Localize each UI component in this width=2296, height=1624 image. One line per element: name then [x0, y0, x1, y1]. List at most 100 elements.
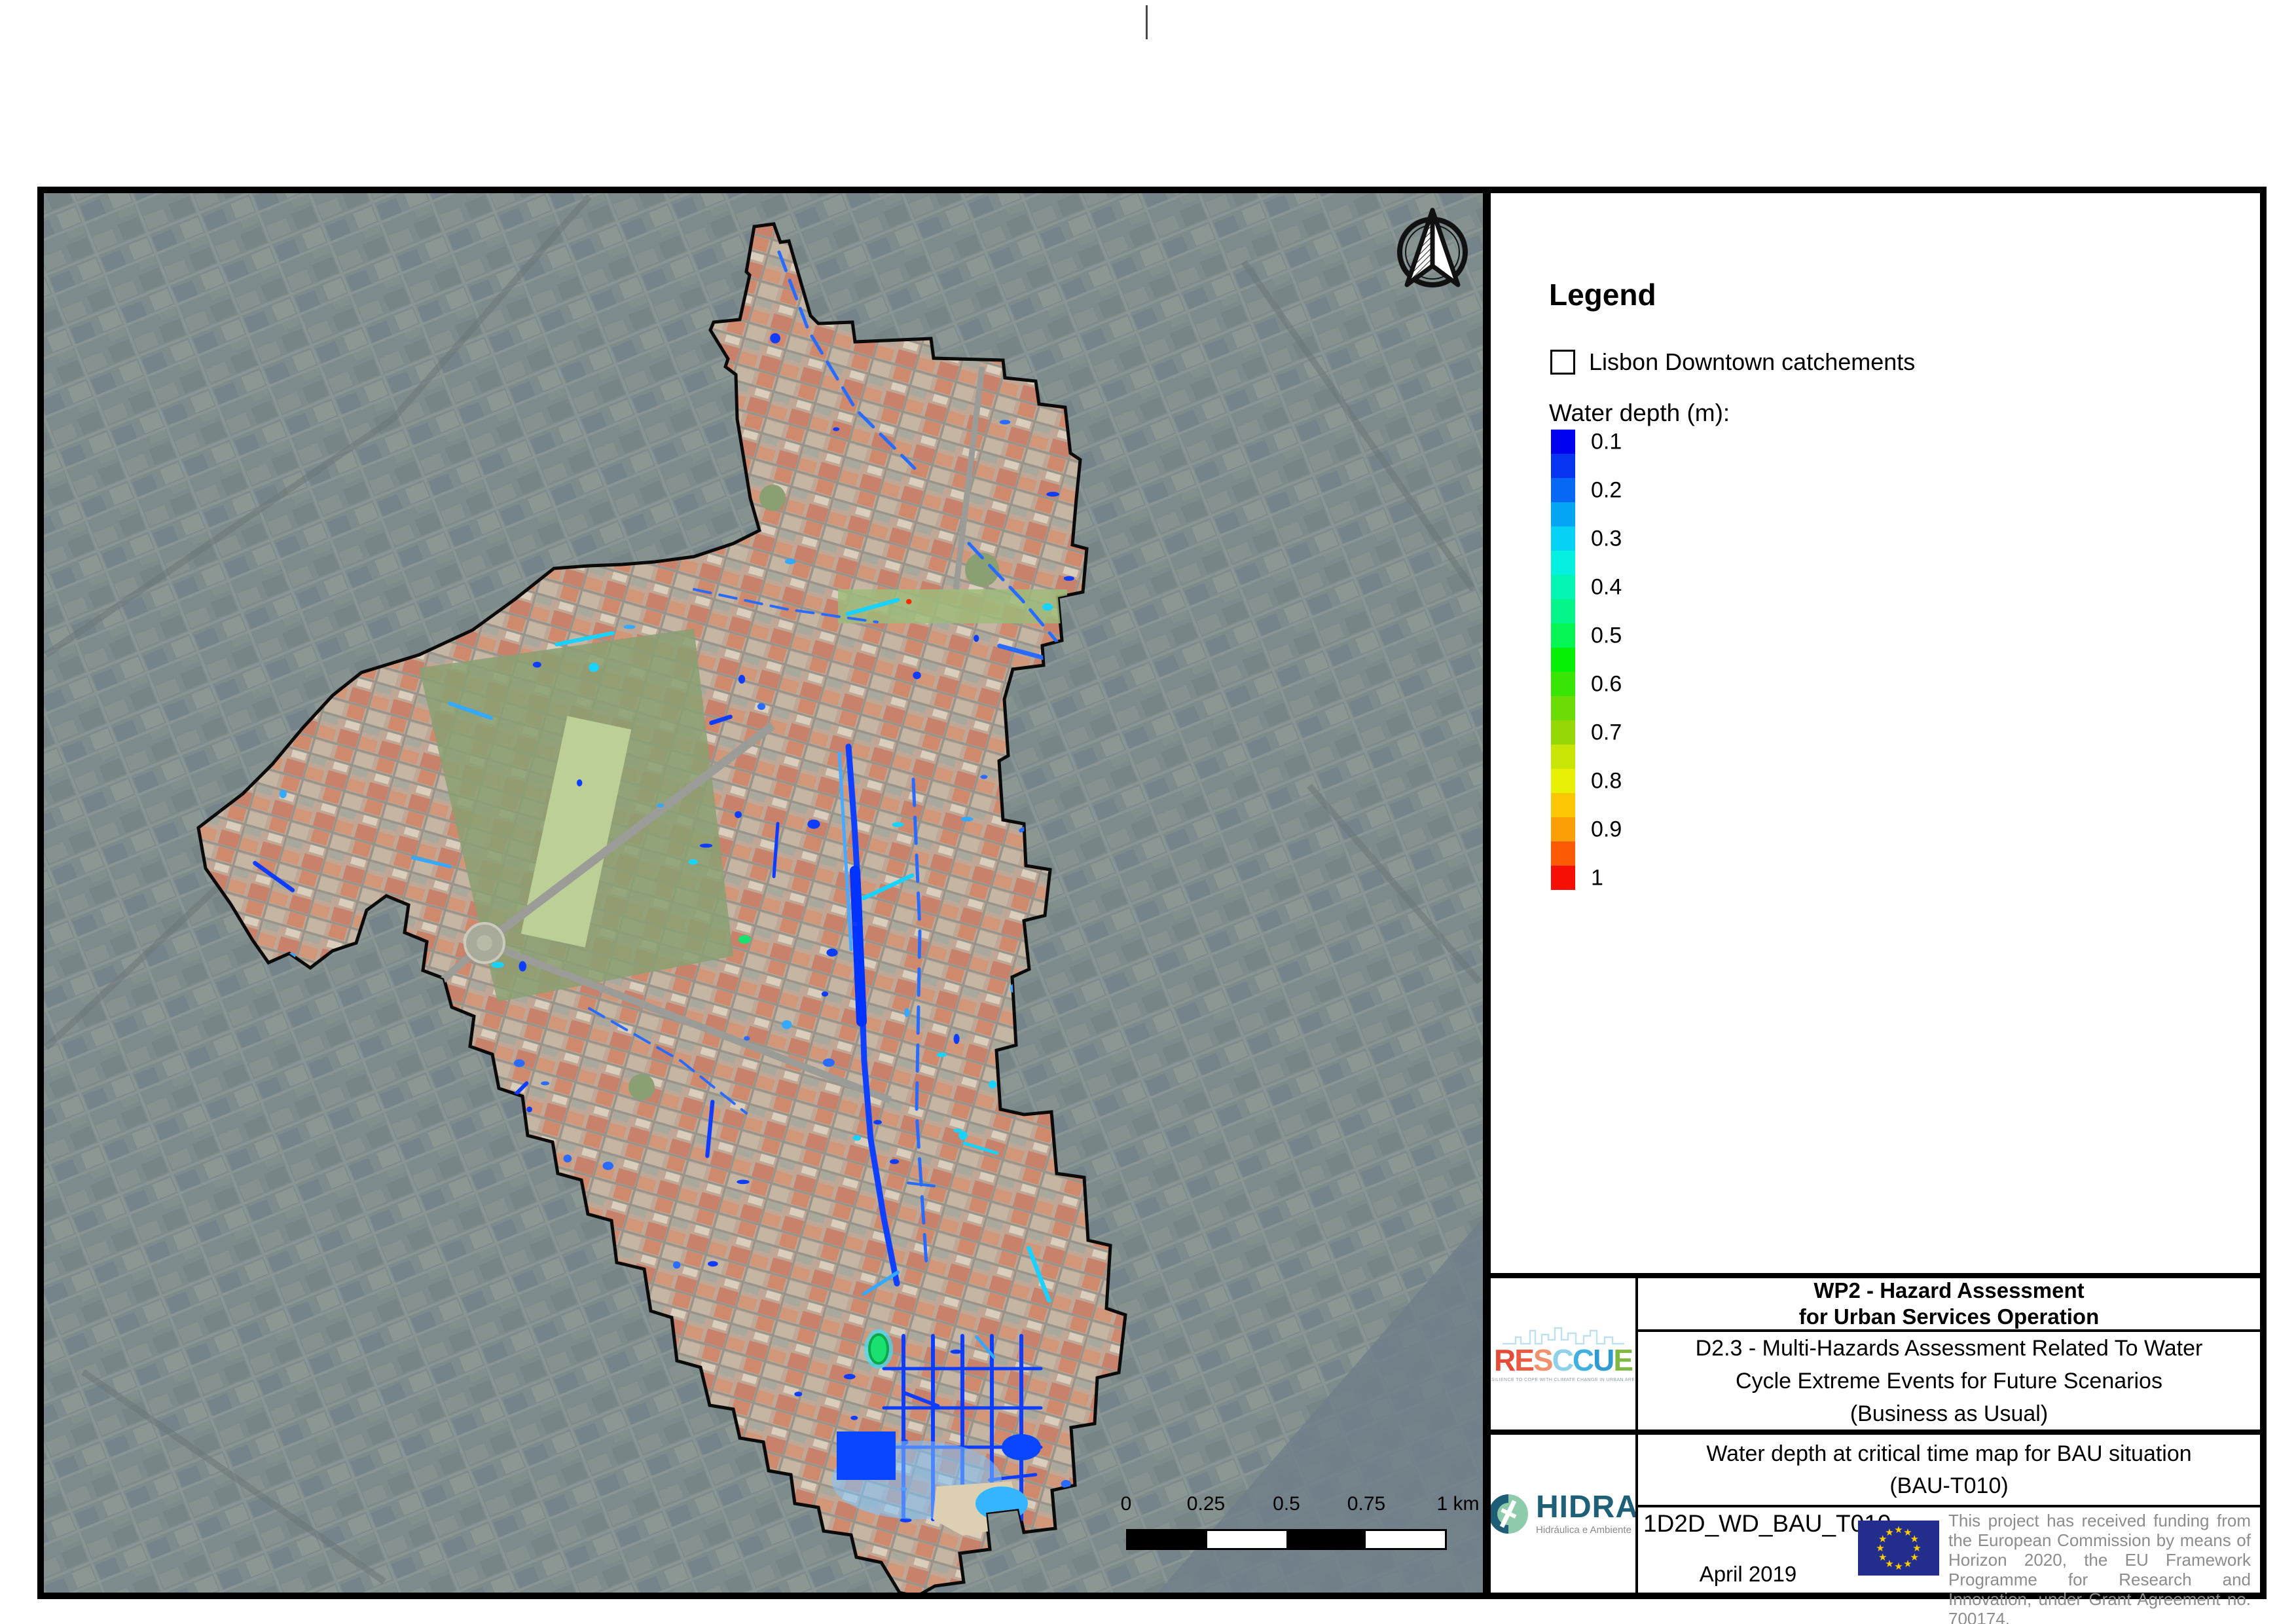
file-code: 1D2D_WD_BAU_T010 [1643, 1510, 1891, 1537]
north-arrow-icon [1397, 208, 1468, 287]
ramp-block [1551, 696, 1575, 720]
flood-spot [913, 671, 921, 680]
resccue-letter: C [1552, 1343, 1574, 1377]
resccue-letter: E [1613, 1343, 1633, 1377]
ramp-block [1551, 526, 1575, 551]
flood-spot [873, 1120, 882, 1125]
flood-spot [513, 1059, 525, 1067]
flood-spot [673, 1261, 681, 1269]
flood-spot [892, 822, 904, 828]
flooded-street [850, 866, 867, 1027]
flood-spot [826, 948, 838, 957]
registration-mark [1146, 5, 1148, 39]
ramp-block [1551, 648, 1575, 672]
flood-spot [960, 817, 974, 822]
flood-spot [822, 1058, 835, 1067]
ramp-label: 0.6 [1591, 671, 1622, 696]
scale-bar-segment [1286, 1531, 1366, 1548]
legend-title: Legend [1549, 278, 1656, 312]
flood-spot [541, 1081, 550, 1086]
layout-frame: 0 0.25 0.5 0.75 1 km Legend Lisbon Downtown … [37, 187, 2267, 1624]
title-block-border [1491, 1430, 2260, 1435]
project-title-line2: for Urban Services Operation [1798, 1304, 2100, 1329]
project-title-cell: WP2 - Hazard Assessment for Urban Servic… [1638, 1278, 2260, 1329]
scale-bar-label: 0.5 [1273, 1493, 1300, 1515]
ramp-label: 0.7 [1591, 720, 1622, 745]
flood-spot [850, 1415, 858, 1420]
flood-spot [770, 333, 780, 344]
flood-spot [904, 1008, 910, 1018]
scale-bar-label: 0 [1120, 1493, 1132, 1515]
row-divider [1638, 1505, 2260, 1507]
flood-spot [950, 1349, 962, 1354]
legend-item-catchment: Lisbon Downtown catchements [1550, 348, 1915, 376]
scale-bar-segments [1126, 1529, 1447, 1550]
ramp-label: 0.1 [1591, 429, 1622, 454]
flood-spot [1046, 492, 1060, 497]
deliverable-cell: D2.3 - Multi-Hazards Assessment Related … [1638, 1332, 2260, 1430]
flood-spot [589, 663, 599, 673]
flood-spot [782, 1020, 792, 1029]
map-title-line2: (BAU-T010) [1889, 1473, 2009, 1498]
legend-panel: Legend Lisbon Downtown catchements Water… [1491, 193, 2260, 1624]
ramp-block [1551, 720, 1575, 745]
small-park [629, 1074, 655, 1100]
ramp-block [1551, 866, 1575, 890]
ramp-block [1551, 478, 1575, 502]
map-sheet: 0 0.25 0.5 0.75 1 km Legend Lisbon Downtown … [0, 0, 2296, 1624]
flood-spot [843, 1374, 856, 1380]
flood-spot [1042, 603, 1053, 611]
flood-spot [699, 843, 713, 848]
flood-spot [999, 420, 1011, 425]
resccue-letter: R [1494, 1343, 1516, 1377]
resccue-letter: S [1533, 1343, 1554, 1377]
map-panel-divider [1483, 193, 1491, 1593]
map-image [44, 193, 1483, 1593]
ramp-label: 0.5 [1591, 623, 1622, 648]
flood-spot [989, 1080, 997, 1088]
eu-star-icon: ★ [1903, 1559, 1912, 1570]
resccue-skyline-icon [1502, 1327, 1624, 1345]
scale-bar-segment [1366, 1531, 1445, 1548]
flood-spot [688, 859, 698, 865]
flood-spot [1063, 576, 1074, 581]
ramp-block [1551, 793, 1575, 817]
project-title-line1: WP2 - Hazard Assessment [1813, 1278, 2085, 1302]
flood-spot [794, 1392, 803, 1397]
flood-spot [821, 991, 829, 997]
ramp-block [1551, 454, 1575, 478]
map-title-cell: Water depth at critical time map for BAU… [1638, 1435, 2260, 1505]
flood-spot [757, 703, 766, 710]
color-ramp [1551, 430, 1575, 890]
small-park [759, 485, 786, 511]
ramp-block [1551, 430, 1575, 454]
flood-spot [890, 1159, 900, 1164]
flood-spot [623, 625, 636, 629]
ramp-label: 0.8 [1591, 768, 1622, 793]
flood-spot [852, 921, 858, 927]
flood-spot [735, 811, 742, 819]
resccue-letter: U [1593, 1343, 1614, 1377]
flood-spot [953, 1033, 960, 1044]
scale-bar-label: 0.25 [1186, 1493, 1226, 1515]
deliverable-line3: (Business as Usual) [1850, 1401, 2049, 1426]
flood-spot [708, 1261, 718, 1267]
flood-spot [953, 1128, 962, 1133]
resccue-tagline: RESILIENCE TO COPE WITH CLIMATE CHANGE I… [1491, 1378, 1635, 1382]
flood-spot [807, 819, 820, 829]
deliverable-line1: D2.3 - Multi-Hazards Assessment Related … [1695, 1335, 2203, 1361]
funding-statement: This project has received funding from t… [1948, 1511, 2251, 1624]
catchment-label: Lisbon Downtown catchements [1589, 348, 1916, 375]
roundabout-center [477, 935, 492, 951]
ramp-block [1551, 841, 1575, 866]
scale-bar: 0 0.25 0.5 0.75 1 km [1111, 1493, 1480, 1559]
flood-spot [905, 599, 912, 604]
catchment-symbol [1550, 350, 1575, 375]
ramp-label: 0.4 [1591, 574, 1622, 599]
deliverable-line2: Cycle Extreme Events for Future Scenario… [1736, 1368, 2162, 1393]
ramp-block [1551, 745, 1575, 769]
hidra-logo: HIDRA Hidráulica e Ambiente [1491, 1435, 1635, 1593]
resccue-wordmark: RESCCUE [1494, 1343, 1633, 1377]
hidra-mark-icon [1491, 1494, 1528, 1534]
flood-spot [491, 961, 504, 969]
